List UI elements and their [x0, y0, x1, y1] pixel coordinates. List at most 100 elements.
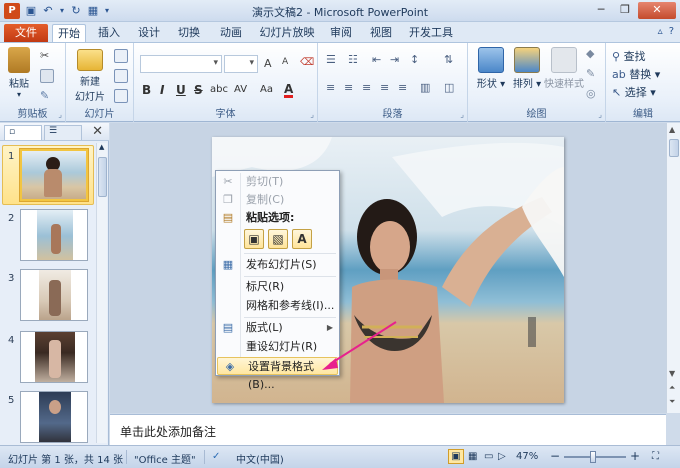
line-spacing-icon[interactable]: ↕	[410, 53, 424, 67]
previous-slide-icon[interactable]: ⏶	[669, 383, 675, 393]
columns-icon[interactable]: ▥	[420, 81, 434, 95]
restore-button[interactable]: ❐	[614, 2, 636, 19]
replace-button[interactable]: ab 替换 ▾	[612, 66, 660, 82]
font-launcher-icon[interactable]: ⌟	[310, 110, 314, 119]
paste-text-only-icon[interactable]: A	[292, 229, 312, 249]
increase-indent-icon[interactable]: ⇥	[390, 53, 404, 67]
text-direction-icon[interactable]: ⇅	[444, 53, 458, 67]
strikethrough-button[interactable]: S	[194, 83, 203, 97]
minimize-ribbon-icon[interactable]: ▵	[658, 26, 663, 37]
notes-pane[interactable]: 单击此处添加备注	[110, 414, 666, 445]
menu-item-ruler[interactable]: 标尺(R)	[216, 278, 339, 296]
paragraph-launcher-icon[interactable]: ⌟	[460, 110, 464, 119]
clipboard-launcher-icon[interactable]: ⌟	[58, 110, 62, 119]
tab-slideshow[interactable]: 幻灯片放映	[256, 24, 318, 42]
reset-icon[interactable]	[114, 69, 128, 83]
arrange-button[interactable]: 排列 ▾	[510, 47, 544, 90]
bullets-icon[interactable]: ☰	[326, 53, 340, 67]
zoom-slider-knob[interactable]	[590, 451, 596, 463]
new-slide-button[interactable]: 新建 幻灯片	[70, 45, 110, 103]
paste-use-destination-theme-icon[interactable]: ▣	[244, 229, 264, 249]
zoom-in-icon[interactable]: +	[630, 449, 640, 463]
quick-styles-button[interactable]: 快速样式	[544, 47, 584, 90]
cut-icon[interactable]: ✂	[40, 49, 54, 63]
increase-font-icon[interactable]: A	[264, 57, 278, 71]
shape-outline-icon[interactable]: ✎	[586, 67, 600, 81]
tab-outline-panel[interactable]: ☰	[44, 125, 82, 140]
scroll-up-icon[interactable]: ▲	[99, 143, 104, 151]
drawing-launcher-icon[interactable]: ⌟	[598, 110, 602, 119]
char-spacing-button[interactable]: AV	[234, 84, 247, 95]
bold-button[interactable]: B	[142, 83, 151, 97]
slide-sorter-icon[interactable]: ▦	[468, 451, 477, 462]
shapes-button[interactable]: 形状 ▾	[474, 47, 508, 90]
paste-button[interactable]: 粘贴 ▾	[4, 47, 34, 99]
justify-icon[interactable]: ≡	[380, 81, 394, 95]
align-center-icon[interactable]: ≡	[344, 81, 358, 95]
font-color-button[interactable]: A	[284, 83, 294, 98]
next-slide-icon[interactable]: ⏷	[669, 397, 675, 407]
spell-check-icon[interactable]: ✓	[212, 451, 220, 462]
theme-name[interactable]: "Office 主题"	[134, 451, 196, 466]
slide-thumbnail-5[interactable]	[20, 391, 88, 443]
slideshow-view-icon[interactable]: ▷	[498, 451, 506, 462]
tab-home[interactable]: 开始	[52, 24, 86, 42]
select-button[interactable]: ↖ 选择 ▾	[612, 84, 656, 100]
clear-format-icon[interactable]: ⌫	[300, 57, 314, 71]
fit-to-window-icon[interactable]: ⛶	[652, 451, 659, 462]
align-right-icon[interactable]: ≡	[362, 81, 376, 95]
zoom-out-icon[interactable]: −	[550, 449, 560, 463]
section-icon[interactable]	[114, 89, 128, 103]
decrease-font-icon[interactable]: A	[282, 57, 296, 71]
shadow-button[interactable]: abc	[210, 84, 228, 95]
reading-view-icon[interactable]: ▭	[484, 451, 493, 462]
font-size-combo[interactable]	[224, 55, 258, 73]
panel-scroll-thumb[interactable]	[98, 157, 107, 197]
tab-review[interactable]: 审阅	[324, 24, 358, 42]
scroll-up-icon[interactable]: ▲	[669, 125, 675, 134]
tab-design[interactable]: 设计	[132, 24, 166, 42]
close-panel-icon[interactable]: ✕	[92, 124, 103, 139]
distribute-icon[interactable]: ≡	[398, 81, 412, 95]
slide-thumbnail-2[interactable]	[20, 209, 88, 261]
font-name-combo[interactable]	[140, 55, 222, 73]
numbering-icon[interactable]: ☷	[348, 53, 362, 67]
layout-icon[interactable]	[114, 49, 128, 63]
minimize-button[interactable]: ─	[590, 2, 612, 19]
shape-effects-icon[interactable]: ◎	[586, 87, 600, 101]
menu-item-copy[interactable]: ❐ 复制(C)	[216, 191, 339, 209]
canvas-scrollbar[interactable]: ▲ ▼ ⏶ ⏷	[666, 123, 680, 413]
italic-button[interactable]: I	[160, 83, 164, 97]
menu-item-grid-guides[interactable]: 网格和参考线(I)...	[216, 297, 339, 315]
language-indicator[interactable]: 中文(中国)	[236, 451, 284, 466]
slide-thumbnail-4[interactable]	[20, 331, 88, 383]
tab-insert[interactable]: 插入	[92, 24, 126, 42]
tab-animations[interactable]: 动画	[214, 24, 248, 42]
help-icon[interactable]: ?	[669, 26, 674, 37]
close-button[interactable]: ✕	[638, 2, 676, 19]
change-case-button[interactable]: Aa	[260, 84, 273, 95]
align-left-icon[interactable]: ≡	[326, 81, 340, 95]
underline-button[interactable]: U	[176, 83, 186, 97]
format-painter-icon[interactable]: ✎	[40, 89, 54, 103]
tab-slides-panel[interactable]: ▫	[4, 125, 42, 140]
copy-icon[interactable]	[40, 69, 54, 83]
decrease-indent-icon[interactable]: ⇤	[372, 53, 386, 67]
slide-thumbnail-1[interactable]	[19, 148, 89, 202]
paste-keep-source-format-icon[interactable]: ▧	[268, 229, 288, 249]
menu-item-cut[interactable]: ✂ 剪切(T)	[216, 173, 339, 191]
panel-scrollbar[interactable]: ▲	[96, 143, 107, 443]
tab-file[interactable]: 文件	[4, 24, 48, 42]
scroll-down-icon[interactable]: ▼	[669, 369, 675, 378]
tab-view[interactable]: 视图	[364, 24, 398, 42]
slide-thumbnail-3[interactable]	[20, 269, 88, 321]
normal-view-icon[interactable]: ▣	[448, 449, 464, 464]
zoom-level[interactable]: 47%	[516, 451, 538, 462]
tab-transitions[interactable]: 切换	[172, 24, 206, 42]
menu-item-publish-slides[interactable]: ▦ 发布幻灯片(S)	[216, 256, 339, 274]
smartart-icon[interactable]: ◫	[444, 81, 458, 95]
tab-developer[interactable]: 开发工具	[406, 24, 456, 42]
canvas-scroll-thumb[interactable]	[669, 139, 679, 157]
find-button[interactable]: ⚲ 查找	[612, 48, 646, 64]
shape-fill-icon[interactable]: ◆	[586, 47, 600, 61]
